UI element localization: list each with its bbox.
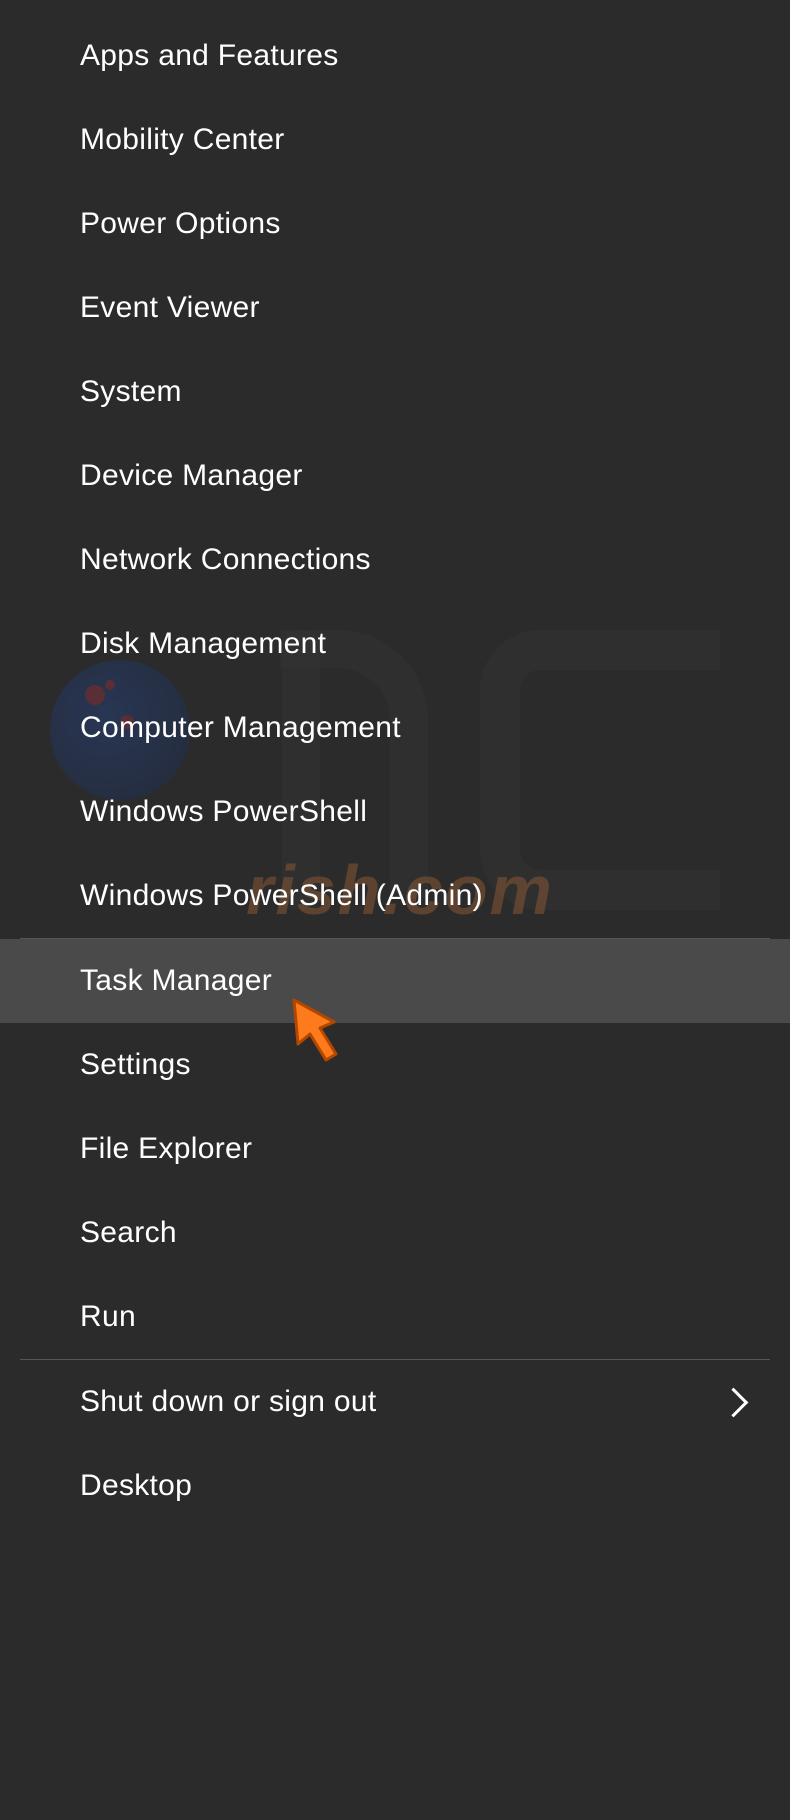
menu-item-network-connections[interactable]: Network Connections <box>0 518 790 602</box>
winx-context-menu: Apps and Features Mobility Center Power Op… <box>0 0 790 1820</box>
menu-item-file-explorer[interactable]: File Explorer <box>0 1107 790 1191</box>
menu-item-task-manager[interactable]: Task Manager <box>0 939 790 1023</box>
menu-item-label: Power Options <box>80 207 281 241</box>
menu-item-power-options[interactable]: Power Options <box>0 182 790 266</box>
menu-item-windows-powershell-admin[interactable]: Windows PowerShell (Admin) <box>0 854 790 938</box>
menu-item-label: Search <box>80 1216 177 1250</box>
menu-item-label: Settings <box>80 1048 191 1082</box>
menu-item-system[interactable]: System <box>0 350 790 434</box>
menu-item-mobility-center[interactable]: Mobility Center <box>0 98 790 182</box>
menu-item-device-manager[interactable]: Device Manager <box>0 434 790 518</box>
menu-item-label: Windows PowerShell (Admin) <box>80 879 483 913</box>
menu-item-label: Shut down or sign out <box>80 1385 377 1419</box>
menu-item-label: Device Manager <box>80 459 303 493</box>
menu-item-search[interactable]: Search <box>0 1191 790 1275</box>
menu-item-shut-down-or-sign-out[interactable]: Shut down or sign out <box>0 1360 790 1444</box>
menu-item-computer-management[interactable]: Computer Management <box>0 686 790 770</box>
menu-item-label: Run <box>80 1300 136 1334</box>
menu-item-label: File Explorer <box>80 1132 252 1166</box>
menu-item-apps-and-features[interactable]: Apps and Features <box>0 14 790 98</box>
menu-item-label: Mobility Center <box>80 123 285 157</box>
menu-item-label: Event Viewer <box>80 291 260 325</box>
menu-item-label: System <box>80 375 182 409</box>
menu-item-label: Apps and Features <box>80 39 339 73</box>
menu-item-label: Desktop <box>80 1469 192 1503</box>
menu-item-label: Disk Management <box>80 627 326 661</box>
menu-item-windows-powershell[interactable]: Windows PowerShell <box>0 770 790 854</box>
chevron-right-icon <box>719 1387 749 1417</box>
menu-item-label: Computer Management <box>80 711 401 745</box>
menu-item-disk-management[interactable]: Disk Management <box>0 602 790 686</box>
menu-item-event-viewer[interactable]: Event Viewer <box>0 266 790 350</box>
menu-item-label: Task Manager <box>80 964 272 998</box>
menu-item-label: Windows PowerShell <box>80 795 367 829</box>
menu-item-settings[interactable]: Settings <box>0 1023 790 1107</box>
menu-item-desktop[interactable]: Desktop <box>0 1444 790 1528</box>
menu-item-label: Network Connections <box>80 543 371 577</box>
menu-item-run[interactable]: Run <box>0 1275 790 1359</box>
